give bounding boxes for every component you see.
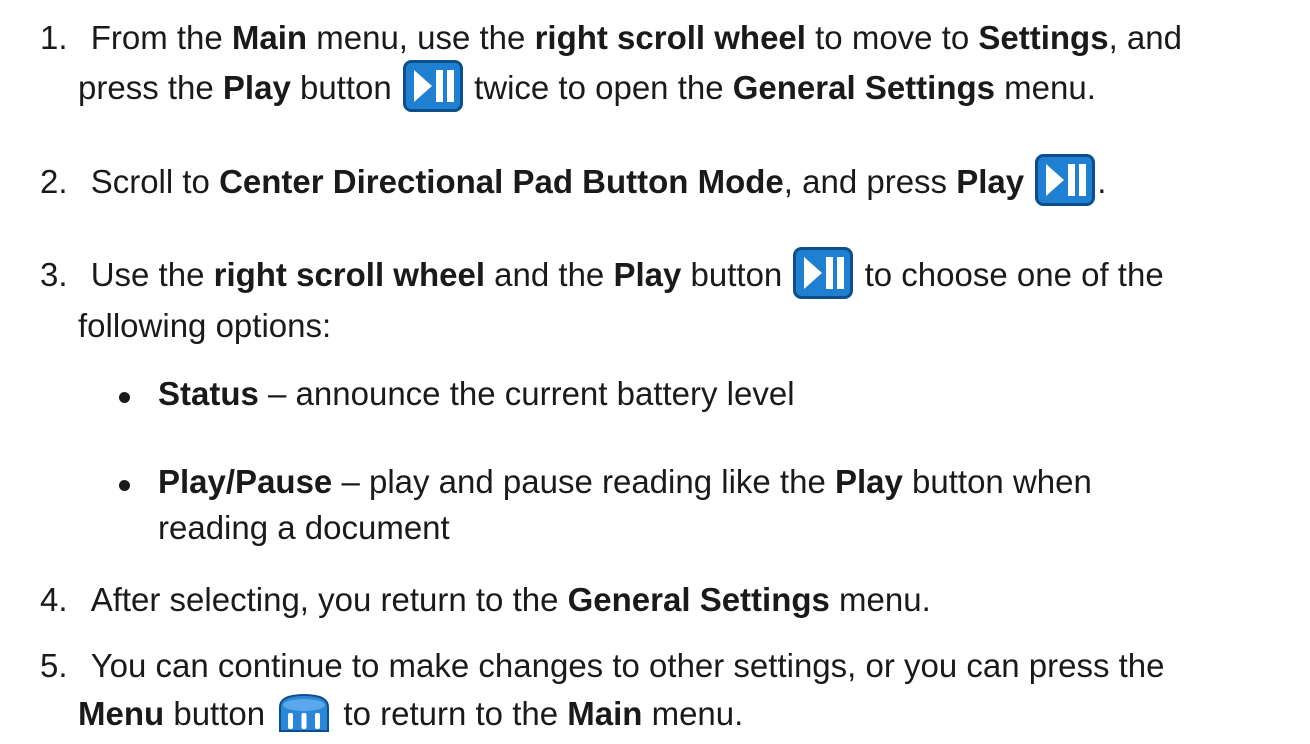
bold-text: Menu [78,695,165,732]
text: to choose one of the [855,256,1164,293]
step-3-line-2: following options: [78,306,331,346]
step-4-line-1: 4. After selecting, you return to the Ge… [40,580,931,620]
bold-text: Play [956,163,1025,200]
option-description: button when [902,463,1092,500]
option-description: – announce the current battery level [258,375,795,412]
text: following options: [78,307,332,344]
bold-text: right scroll wheel [213,256,486,293]
bold-text: Play [834,463,903,500]
step-1-line-1: 1. From the Main menu, use the right scr… [40,18,1182,58]
bold-text: General Settings [732,69,995,106]
step-number: 5. [40,647,68,684]
text: button [164,695,275,732]
play-pause-icon [793,247,854,300]
bold-text: Main [567,695,643,732]
text: menu, use the [307,19,535,56]
text: button [290,69,401,106]
bullet-icon [119,392,130,403]
text: Scroll to [90,163,220,200]
text: to return to the [334,695,568,732]
menu-button-icon [276,693,332,733]
text: press the [78,69,223,106]
step-3-line-1: 3. Use the right scroll wheel and the Pl… [40,247,1164,300]
instructions-document: 1. From the Main menu, use the right scr… [0,0,1310,744]
text: From the [90,19,232,56]
play-pause-icon [1035,154,1096,207]
step-1-line-2: press the Play button twice to open the … [78,60,1096,113]
bold-text: Play [222,69,291,106]
step-number: 2. [40,163,68,200]
text: button [681,256,792,293]
text: menu. [995,69,1096,106]
option-status: Status – announce the current battery le… [158,374,795,414]
bold-text: Main [231,19,308,56]
bullet-icon [119,480,130,491]
step-5-line-1: 5. You can continue to make changes to o… [40,646,1165,686]
option-description: – play and pause reading like the [332,463,835,500]
text: menu. [829,581,931,618]
step-number: 3. [40,256,68,293]
text: , and [1108,19,1182,56]
bold-text: General Settings [567,581,830,618]
step-2-line-1: 2. Scroll to Center Directional Pad Butt… [40,154,1107,207]
bold-text: right scroll wheel [534,19,806,56]
bold-text: Play [613,256,682,293]
bold-text: Center Directional Pad Button Mode [219,163,784,200]
option-label: Status [158,375,259,412]
step-number: 4. [40,581,68,618]
option-label: Play/Pause [158,463,333,500]
text: menu. [642,695,744,732]
text: to move to [805,19,979,56]
text: . [1097,163,1107,200]
step-5-line-2: Menu button to return to the Main menu. [78,694,743,734]
step-number: 1. [40,19,68,56]
text: After selecting, you return to the [90,581,568,618]
text: twice to open the [464,69,733,106]
text: Use the [90,256,214,293]
option-description: reading a document [158,509,450,546]
play-pause-icon [402,60,463,113]
text: , and press [783,163,957,200]
text: You can continue to make changes to othe… [90,647,1165,684]
bold-text: Settings [978,19,1109,56]
option-play-pause: Play/Pause – play and pause reading like… [158,462,1092,502]
text: and the [485,256,614,293]
option-play-pause-line-2: reading a document [158,508,450,548]
